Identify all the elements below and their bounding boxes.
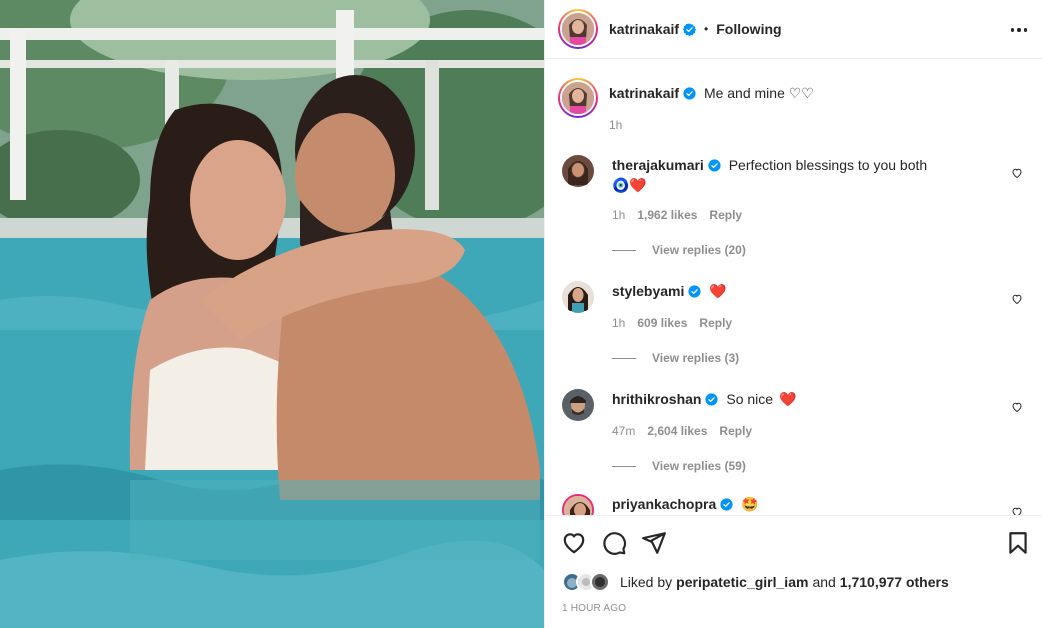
comments-list[interactable]: katrinakaif Me and mine ♡♡ 1h therajakum… [545,60,1042,515]
verified-badge-icon [683,87,696,100]
comment-heart-icon[interactable] [1011,293,1023,305]
likes-and: and [812,574,836,590]
comment-username[interactable]: stylebyami [612,283,684,299]
comment-heart-icon[interactable] [1011,401,1023,413]
replies-line [612,249,636,251]
author-avatar-image [562,13,594,45]
likes-user-link[interactable]: peripatetic_girl_iam [676,574,808,590]
verified-badge-icon [683,22,697,36]
post-caption: katrinakaif Me and mine ♡♡ 1h [558,78,814,134]
bookmark-icon[interactable] [1005,530,1031,556]
comment-text: Perfection blessings to you both [728,157,928,173]
caption-text: Me and mine ♡♡ [703,85,814,101]
comment-emoji: ❤️ [709,283,727,299]
liker-avatar [590,572,610,592]
more-options-icon[interactable] [1009,20,1029,40]
caption-avatar[interactable] [558,78,598,118]
likes-count-link[interactable]: 1,710,977 others [840,574,949,590]
comment-meta: 47m 2,604 likes Reply [612,424,752,438]
commenter-avatar[interactable] [562,494,594,515]
heart-icon[interactable] [561,530,587,556]
comment-emoji: ❤️ [778,391,797,407]
post-photo-illustration [0,0,544,628]
comment-username[interactable]: hrithikroshan [612,391,701,407]
separator-dot: • [704,22,709,36]
commenter-avatar[interactable] [562,281,594,313]
comment-username[interactable]: priyankachopra [612,496,716,512]
caption-username[interactable]: katrinakaif [609,85,679,101]
comment-icon[interactable] [601,530,627,556]
reply-button[interactable]: Reply [719,424,752,438]
liker-avatars[interactable] [562,571,614,593]
replies-line [612,357,636,359]
share-icon[interactable] [641,530,667,556]
caption-time: 1h [609,118,623,132]
author-username[interactable]: katrinakaif [609,21,679,37]
replies-line [612,465,636,467]
comment-item: priyankachopra 🤩 [562,494,1032,515]
reply-button[interactable]: Reply [709,208,742,222]
verified-badge-icon [688,285,701,298]
commenter-avatar[interactable] [562,389,594,421]
view-replies-button[interactable]: View replies (3) [612,351,739,365]
post-timestamp: 1 HOUR AGO [562,603,627,614]
comment-item: stylebyami ❤️ 1h 609 likes Reply View re… [562,281,1032,371]
comment-likes[interactable]: 1,962 likes [637,208,697,222]
comment-time: 1h [612,208,626,222]
comment-username[interactable]: therajakumari [612,157,704,173]
comment-time: 1h [612,316,626,330]
comment-likes[interactable]: 2,604 likes [647,424,707,438]
comment-emoji: 🧿❤️ [612,177,647,193]
reply-button[interactable]: Reply [699,316,732,330]
likes-prefix: Liked by [620,574,673,590]
view-replies-label: View replies (59) [652,459,746,473]
verified-badge-icon [705,393,719,406]
action-bar [545,515,1042,567]
post-photo[interactable] [0,0,544,628]
commenter-avatar[interactable] [562,155,594,187]
post-side-panel: katrinakaif • Following katrinakaif Me a… [544,0,1042,628]
post-header: katrinakaif • Following [545,0,1042,59]
view-replies-label: View replies (20) [652,243,746,257]
view-replies-button[interactable]: View replies (59) [612,459,746,473]
comment-time: 47m [612,424,636,438]
comment-item: hrithikroshan So nice ❤️ 47m 2,604 likes… [562,389,1032,479]
comment-likes[interactable]: 609 likes [637,316,687,330]
view-replies-label: View replies (3) [652,351,740,365]
comment-emoji: 🤩 [741,496,759,512]
verified-badge-icon [720,498,733,511]
comment-meta: 1h 609 likes Reply [612,316,732,330]
caption-avatar-image [562,82,594,114]
author-avatar[interactable] [558,9,598,49]
comment-heart-icon[interactable] [1011,506,1023,515]
follow-status-button[interactable]: Following [716,21,781,37]
likes-summary: Liked by peripatetic_girl_iam and 1,710,… [562,570,949,594]
verified-badge-icon [708,159,721,172]
view-replies-button[interactable]: View replies (20) [612,243,746,257]
comment-text: So nice [726,391,774,407]
comment-heart-icon[interactable] [1011,167,1023,179]
comment-item: therajakumari Perfection blessings to yo… [562,155,1032,265]
comment-meta: 1h 1,962 likes Reply [612,208,742,222]
